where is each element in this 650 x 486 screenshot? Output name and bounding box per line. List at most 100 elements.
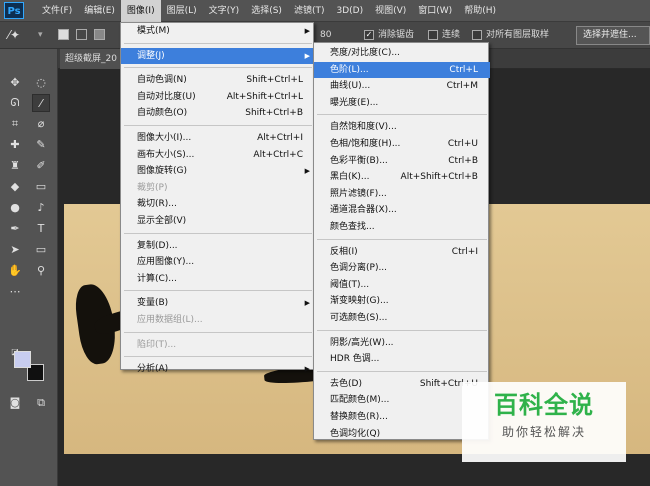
image-menu-item[interactable]: 图像旋转(G) ▶: [121, 163, 315, 179]
menu-item-shortcut: Alt+Shift+Ctrl+B: [400, 172, 478, 183]
zoom-icon[interactable]: ⚲: [32, 262, 50, 280]
new-selection-icon[interactable]: [58, 29, 69, 40]
healing-brush-icon[interactable]: ✚: [6, 136, 24, 154]
more-tools-icon[interactable]: ⋯: [6, 283, 24, 301]
image-menu-item[interactable]: 自动对比度(U) Alt+Shift+Ctrl+L: [121, 89, 315, 105]
menu-window[interactable]: 窗口(W): [412, 0, 458, 22]
type-icon[interactable]: T: [32, 220, 50, 238]
adjust-menu-item[interactable]: 反相(I) Ctrl+I: [314, 244, 490, 260]
menu-item-label: 复制(D)...: [137, 240, 178, 251]
marquee-icon[interactable]: ◌: [32, 74, 50, 92]
image-menu-item[interactable]: 陷印(T)...: [121, 337, 315, 353]
image-menu-item[interactable]: 变量(B) ▶: [121, 295, 315, 311]
document-tab[interactable]: 超级截屏_20: [60, 49, 124, 69]
clone-stamp-icon[interactable]: ♜: [6, 157, 24, 175]
menu-item-label: 照片滤镜(F)...: [330, 188, 387, 199]
adjust-menu-item[interactable]: HDR 色调...: [314, 351, 490, 367]
hand-icon[interactable]: ✋: [6, 262, 24, 280]
menu-3d[interactable]: 3D(D): [330, 0, 369, 22]
menu-item-label: 画布大小(S)...: [137, 149, 195, 160]
menu-item-label: 渐变映射(G)...: [330, 296, 389, 307]
image-menu-item[interactable]: 应用数据组(L)...: [121, 312, 315, 328]
sample-all-layers-checkbox[interactable]: [472, 30, 482, 40]
menu-item-label: 应用数据组(L)...: [137, 315, 203, 325]
adjust-menu-item[interactable]: 照片滤镜(F)...: [314, 186, 490, 202]
image-menu-item[interactable]: 计算(C)...: [121, 271, 315, 287]
submenu-arrow-icon: ▶: [304, 365, 310, 374]
magic-wand-icon[interactable]: ⁄: [32, 94, 50, 112]
photoshop-logo: Ps: [4, 2, 24, 19]
image-menu-item[interactable]: 裁切(R)...: [121, 196, 315, 212]
image-menu-item[interactable]: 自动色调(N) Shift+Ctrl+L: [121, 72, 315, 88]
menu-separator: [124, 125, 312, 126]
crop-icon[interactable]: ⌗: [6, 115, 24, 133]
adjust-menu-item[interactable]: 曲线(U)... Ctrl+M: [314, 78, 490, 94]
history-brush-icon[interactable]: ✐: [32, 157, 50, 175]
quick-mask-icon[interactable]: ◙: [6, 394, 24, 412]
contiguous-checkbox[interactable]: [428, 30, 438, 40]
adjust-menu-item[interactable]: 色相/饱和度(H)... Ctrl+U: [314, 136, 490, 152]
adjust-menu-item[interactable]: 可选颜色(S)...: [314, 310, 490, 326]
preset-dropdown-icon[interactable]: ▾: [38, 28, 43, 42]
image-menu-item[interactable]: 分析(A) ▶: [121, 361, 315, 377]
image-menu-item[interactable]: 自动颜色(O) Shift+Ctrl+B: [121, 105, 315, 121]
lasso-icon[interactable]: ᘏ: [6, 94, 24, 112]
menu-item-shortcut: Shift+Ctrl+B: [245, 108, 303, 119]
adjust-menu-item[interactable]: 自然饱和度(V)...: [314, 119, 490, 135]
image-menu-item[interactable]: 画布大小(S)... Alt+Ctrl+C: [121, 147, 315, 163]
adjust-menu-item[interactable]: 色调分离(P)...: [314, 260, 490, 276]
adjust-menu-item[interactable]: 阴影/高光(W)...: [314, 335, 490, 351]
menu-item-label: 亮度/对比度(C)...: [330, 48, 400, 58]
move-icon[interactable]: ✥: [6, 74, 24, 92]
magic-wand-preset-icon[interactable]: ⁄✦: [8, 27, 20, 43]
menu-filter[interactable]: 滤镜(T): [288, 0, 331, 22]
antialias-checkbox[interactable]: ✓: [364, 30, 374, 40]
path-selection-icon[interactable]: ➤: [6, 241, 24, 259]
image-menu-item[interactable]: 应用图像(Y)...: [121, 254, 315, 270]
menu-separator: [124, 232, 312, 234]
pen-icon[interactable]: ✒: [6, 220, 24, 238]
adjust-menu-item[interactable]: 渐变映射(G)...: [314, 293, 490, 309]
menu-file[interactable]: 文件(F): [36, 0, 78, 22]
menu-layer[interactable]: 图层(L): [161, 0, 203, 22]
screen-mode-icon[interactable]: ⧉: [32, 394, 50, 412]
select-and-mask-button[interactable]: 选择并遮住...: [576, 26, 650, 45]
adjust-menu-item[interactable]: 色彩平衡(B)... Ctrl+B: [314, 153, 490, 169]
blur-icon[interactable]: ●: [6, 199, 24, 217]
adjust-menu-item[interactable]: 黑白(K)... Alt+Shift+Ctrl+B: [314, 169, 490, 185]
menu-view[interactable]: 视图(V): [369, 0, 412, 22]
menu-help[interactable]: 帮助(H): [458, 0, 502, 22]
menu-item-label: 分析(A): [137, 364, 169, 375]
menu-image[interactable]: 图像(I): [120, 0, 161, 22]
image-menu-item[interactable]: 模式(M) ▶: [121, 23, 315, 39]
submenu-arrow-icon: ▶: [304, 299, 310, 308]
rectangle-icon[interactable]: ▭: [32, 241, 50, 259]
adjust-menu-item[interactable]: 色阶(L)... Ctrl+L: [314, 61, 490, 78]
image-menu-item[interactable]: 显示全部(V): [121, 213, 315, 229]
menu-select[interactable]: 选择(S): [245, 0, 288, 22]
subtract-selection-icon[interactable]: [94, 29, 105, 40]
menu-type[interactable]: 文字(Y): [203, 0, 246, 22]
menu-edit[interactable]: 编辑(E): [78, 0, 121, 22]
menu-item-shortcut: Alt+Ctrl+I: [257, 133, 303, 143]
watermark: 百科全说 助你轻松解决: [462, 382, 626, 462]
dodge-icon[interactable]: ♪: [32, 199, 50, 217]
eraser-icon[interactable]: ◆: [6, 178, 24, 196]
image-menu-item[interactable]: 裁剪(P): [121, 180, 315, 196]
adjust-menu-item[interactable]: 通道混合器(X)...: [314, 202, 490, 218]
image-menu-item[interactable]: 调整(J) ▶: [121, 47, 315, 64]
brush-icon[interactable]: ✎: [32, 136, 50, 154]
image-menu-item[interactable]: 复制(D)...: [121, 238, 315, 254]
adjust-menu-item[interactable]: 亮度/对比度(C)...: [314, 45, 490, 61]
submenu-arrow-icon: ▶: [304, 51, 310, 60]
tolerance-value[interactable]: 80: [320, 28, 331, 42]
adjust-menu-item[interactable]: 颜色查找...: [314, 219, 490, 235]
adjust-menu-item[interactable]: 阈值(T)...: [314, 277, 490, 293]
gradient-icon[interactable]: ▭: [32, 178, 50, 196]
foreground-color-swatch[interactable]: [14, 351, 31, 368]
adjust-menu-item[interactable]: 曝光度(E)...: [314, 95, 490, 111]
eyedropper-icon[interactable]: ⌀: [32, 115, 50, 133]
add-to-selection-icon[interactable]: [76, 29, 87, 40]
image-menu-item[interactable]: 图像大小(I)... Alt+Ctrl+I: [121, 130, 315, 146]
menu-item-label: 反相(I): [330, 246, 358, 257]
